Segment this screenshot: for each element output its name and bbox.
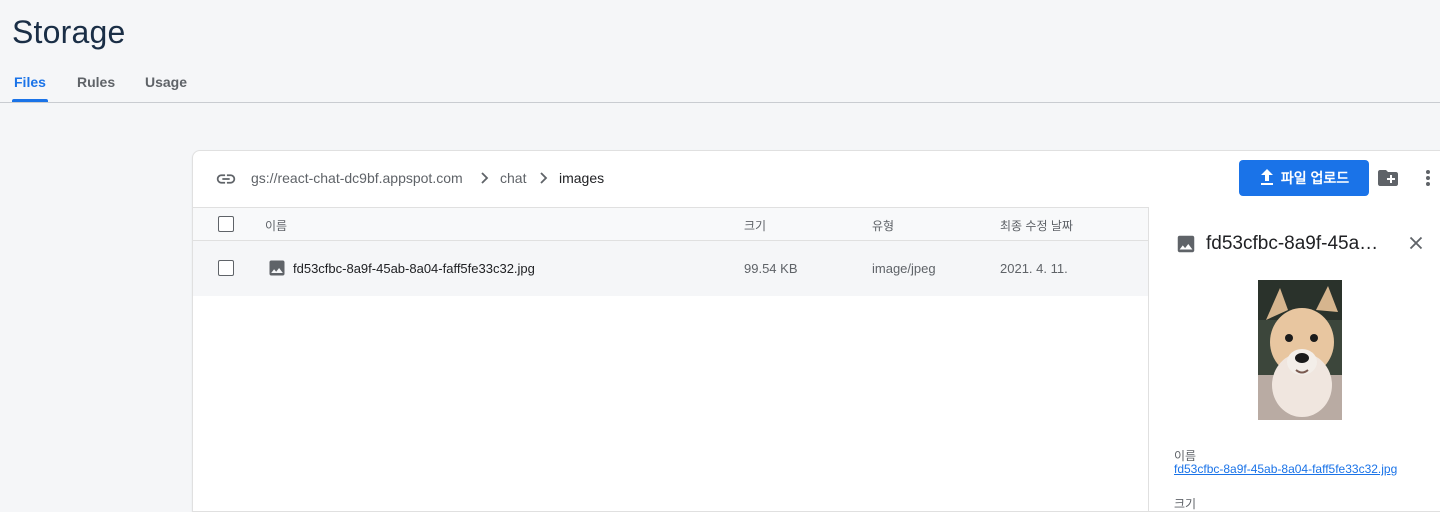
upload-file-button[interactable]: 파일 업로드 [1239, 160, 1369, 196]
column-type[interactable]: 유형 [872, 217, 894, 234]
file-size: 99.54 KB [744, 261, 798, 276]
file-type: image/jpeg [872, 261, 936, 276]
more-vert-icon[interactable] [1422, 166, 1434, 195]
image-file-icon [1175, 233, 1197, 260]
tab-bar: Files Rules Usage [0, 70, 1440, 103]
panel-title: fd53cfbc-8a9f-45a… [1206, 233, 1379, 254]
file-table: 이름 크기 유형 최종 수정 날짜 fd53cfbc-8a9f-45ab-8a0… [193, 207, 1148, 296]
column-name[interactable]: 이름 [265, 217, 287, 234]
close-icon[interactable] [1405, 232, 1427, 259]
image-preview [1258, 280, 1342, 420]
row-checkbox[interactable] [218, 260, 234, 276]
upload-icon [1259, 168, 1275, 189]
chevron-right-icon [536, 168, 552, 193]
active-tab-indicator [12, 99, 48, 102]
file-modified: 2021. 4. 11. [1000, 261, 1068, 276]
column-size[interactable]: 크기 [744, 217, 766, 234]
tab-files[interactable]: Files [14, 74, 46, 90]
chevron-right-icon [477, 168, 493, 193]
page-title: Storage [12, 14, 126, 50]
size-label: 크기 [1174, 497, 1197, 511]
breadcrumb-chat[interactable]: chat [500, 170, 526, 186]
table-header: 이름 크기 유형 최종 수정 날짜 [193, 207, 1148, 241]
link-icon[interactable] [215, 168, 237, 195]
upload-button-label: 파일 업로드 [1280, 170, 1350, 186]
table-row[interactable]: fd53cfbc-8a9f-45ab-8a04-faff5fe33c32.jpg… [193, 241, 1148, 296]
column-modified[interactable]: 최종 수정 날짜 [1000, 217, 1073, 234]
storage-card: gs://react-chat-dc9bf.appspot.com chat i… [192, 150, 1440, 512]
file-name[interactable]: fd53cfbc-8a9f-45ab-8a04-faff5fe33c32.jpg [293, 261, 535, 276]
create-folder-icon[interactable] [1376, 166, 1400, 195]
toolbar: gs://react-chat-dc9bf.appspot.com chat i… [193, 151, 1440, 207]
file-download-link[interactable]: fd53cfbc-8a9f-45ab-8a04-faff5fe33c32.jpg [1174, 462, 1424, 476]
file-detail-panel: fd53cfbc-8a9f-45a… 이름 fd53cfbc-8a9f-45ab… [1149, 207, 1440, 511]
tab-rules[interactable]: Rules [77, 74, 115, 90]
breadcrumb-images: images [559, 170, 605, 186]
breadcrumb-bucket[interactable]: gs://react-chat-dc9bf.appspot.com [251, 170, 463, 186]
tab-usage[interactable]: Usage [145, 74, 187, 90]
image-file-icon [267, 258, 287, 283]
select-all-checkbox[interactable] [218, 216, 234, 232]
